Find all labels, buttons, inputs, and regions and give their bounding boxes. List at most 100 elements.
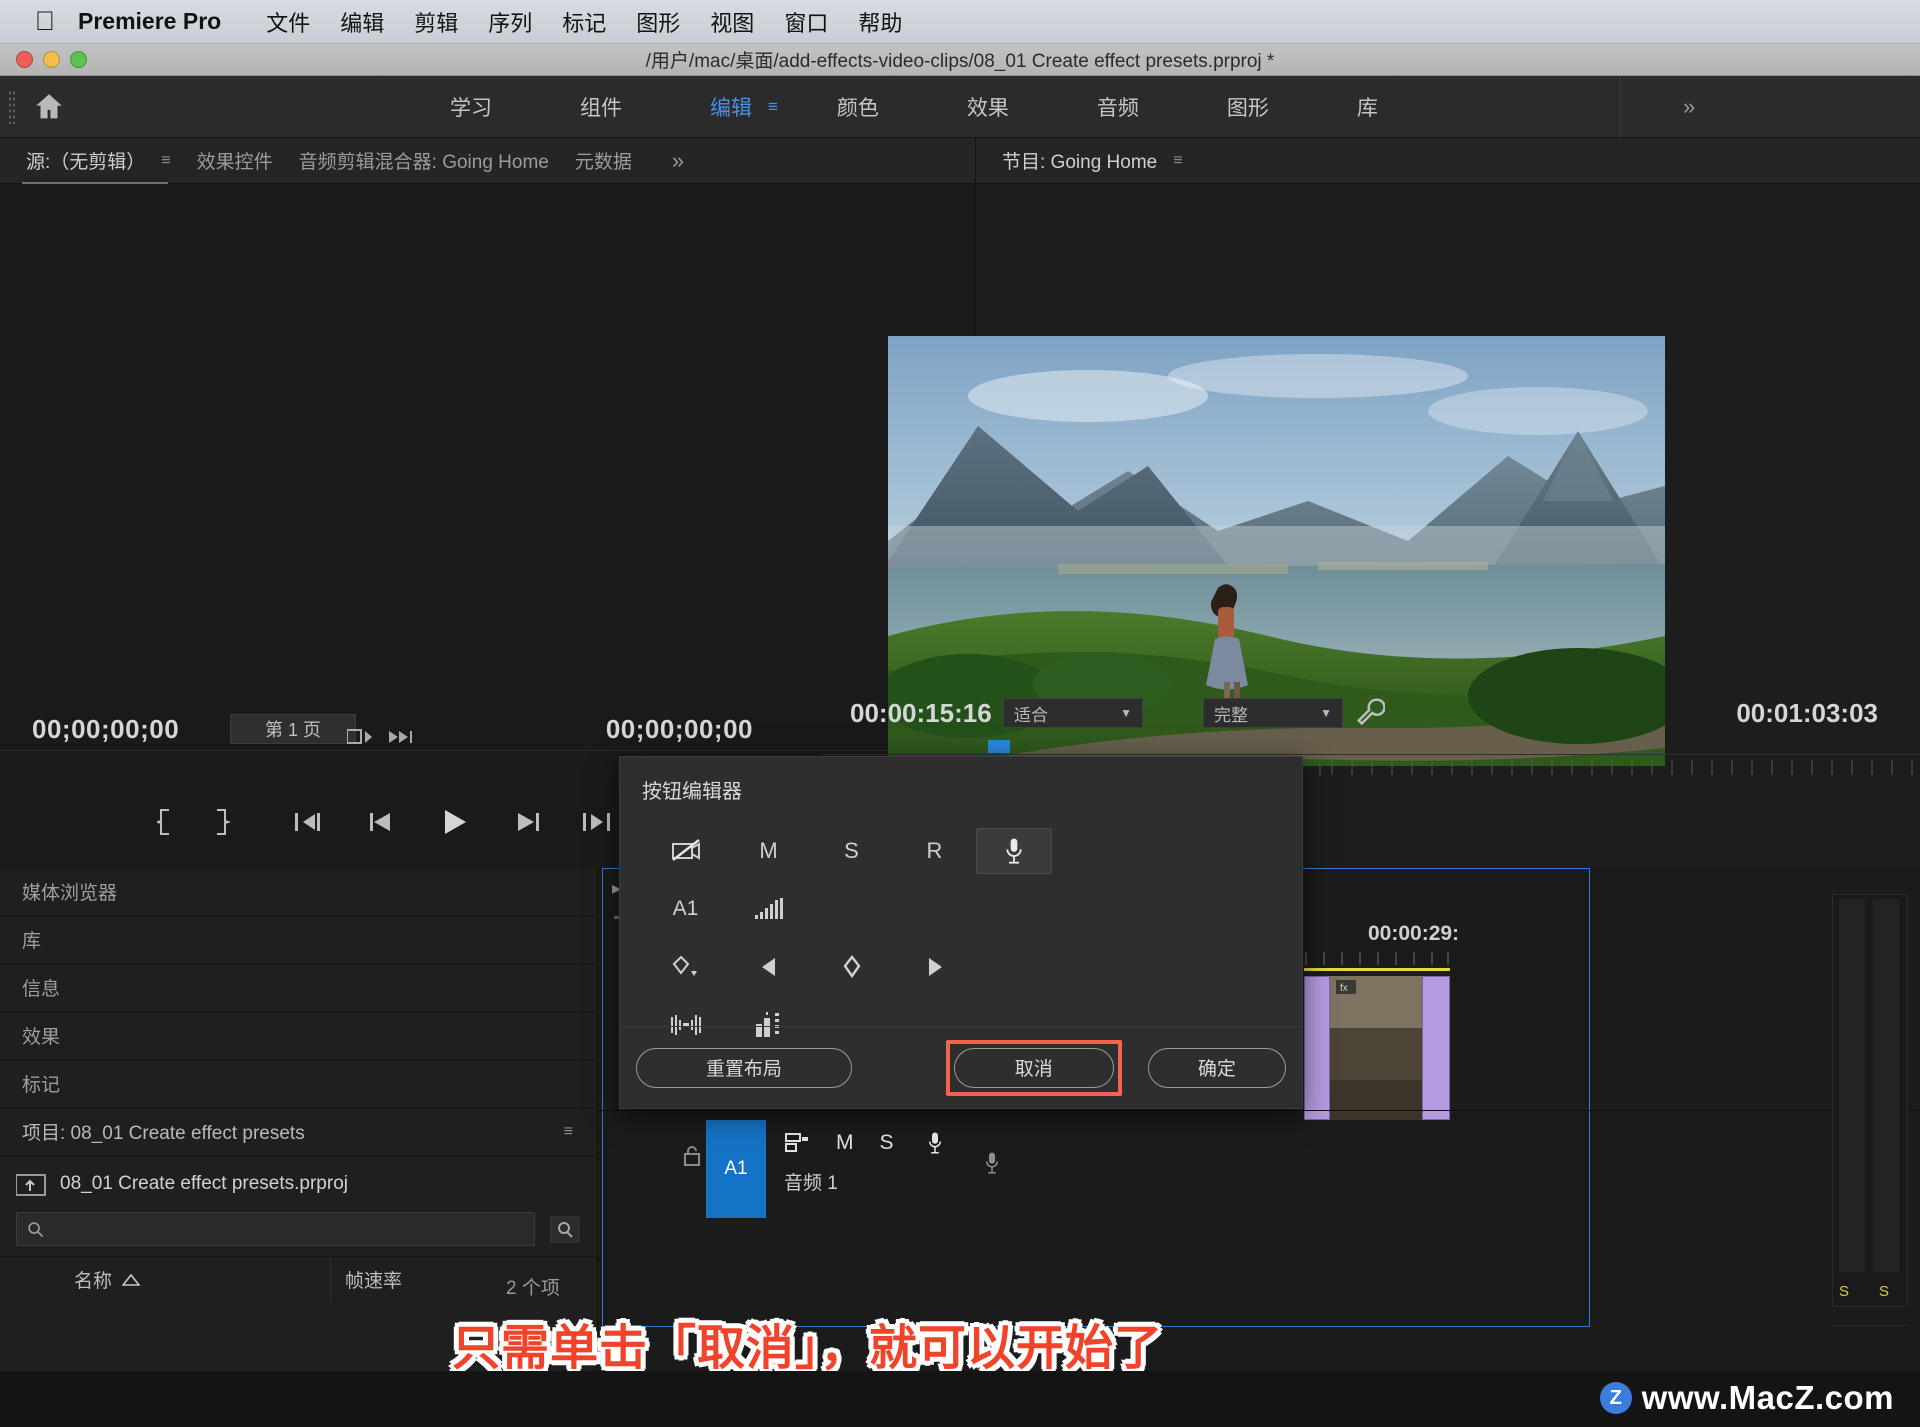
source-timecode-current[interactable]: 00;00;00;00 <box>32 714 179 745</box>
microphone-icon[interactable] <box>983 1150 1001 1176</box>
program-timecode-duration[interactable]: 00:01:03:03 <box>1736 698 1878 729</box>
column-name[interactable]: 名称 <box>0 1266 330 1293</box>
audio-meters-icon[interactable] <box>727 886 810 932</box>
zoom-level-value: 适合 <box>1014 701 1048 726</box>
go-to-in-button[interactable] <box>284 811 338 833</box>
timeline-timecode[interactable]: 00:00:29: <box>1368 922 1459 946</box>
panel-markers[interactable]: 标记 <box>0 1060 597 1108</box>
workspace-overflow[interactable]: » <box>1620 76 1920 138</box>
source-timecode-duration[interactable]: 00;00;00;00 <box>606 714 753 745</box>
menu-item-sequence[interactable]: 序列 <box>473 6 547 38</box>
frame-forward-icon <box>347 728 373 746</box>
tab-audio-clip-mixer[interactable]: 音频剪辑混合器: Going Home <box>273 147 549 174</box>
track-a1-target-button[interactable]: A1 <box>706 1120 766 1218</box>
next-marker-icon[interactable] <box>893 944 976 990</box>
panel-info[interactable]: 信息 <box>0 964 597 1012</box>
filter-bin-icon[interactable] <box>549 1214 581 1244</box>
project-file-row[interactable]: 08_01 Create effect presets.prproj <box>0 1156 597 1206</box>
app-name-label[interactable]: Premiere Pro <box>78 8 221 35</box>
solo-track-button[interactable]: S <box>880 1131 894 1155</box>
search-input-wrapper[interactable] <box>16 1212 535 1246</box>
solo-track-icon[interactable]: S <box>810 828 893 874</box>
tab-source[interactable]: 源:（无剪辑） <box>0 147 145 174</box>
tab-graphics[interactable]: 图形 <box>1183 92 1313 122</box>
program-timecode-current[interactable]: 00:00:15:16 <box>850 698 992 729</box>
menu-item-window[interactable]: 窗口 <box>769 6 843 38</box>
play-button[interactable] <box>428 808 482 836</box>
menu-item-marker[interactable]: 标记 <box>547 6 621 38</box>
timeline-clip-thumbnail[interactable]: fx <box>1330 976 1422 1120</box>
tab-assembly[interactable]: 组件 <box>536 92 666 122</box>
go-to-out-button[interactable] <box>572 811 626 833</box>
mark-in-button[interactable] <box>140 809 194 835</box>
panel-effects[interactable]: 效果 <box>0 1012 597 1060</box>
window-title-bar: /用户/mac/桌面/add-effects-video-clips/08_01… <box>0 44 1920 76</box>
timeline-rubber-band[interactable] <box>1304 968 1450 971</box>
source-overflow-chevron-icon[interactable]: » <box>672 148 684 174</box>
apple-logo-icon[interactable]:  <box>22 8 68 35</box>
dialog-footer: 重置布局 取消 确定 <box>620 1026 1302 1108</box>
playback-resolution-value: 完整 <box>1214 701 1248 726</box>
tab-color[interactable]: 颜色 <box>793 92 923 122</box>
program-panel-tabs: 节目: Going Home ≡ <box>976 138 1920 184</box>
timeline-clip-left[interactable] <box>1304 976 1330 1120</box>
previous-marker-icon[interactable] <box>727 944 810 990</box>
export-frame-off-icon[interactable] <box>644 828 727 874</box>
source-fit-controls <box>347 728 415 746</box>
confirm-button[interactable]: 确定 <box>1148 1048 1286 1088</box>
mute-track-button[interactable]: M <box>836 1131 854 1155</box>
menu-item-view[interactable]: 视图 <box>695 6 769 38</box>
page-indicator[interactable]: 第 1 页 <box>230 714 356 744</box>
tab-audio[interactable]: 音频 <box>1053 92 1183 122</box>
timeline-clip-right[interactable] <box>1422 976 1450 1120</box>
lock-icon[interactable] <box>684 1146 700 1166</box>
mute-track-icon[interactable]: M <box>727 828 810 874</box>
source-panel-menu-icon[interactable]: ≡ <box>161 152 170 170</box>
mark-out-button[interactable] <box>194 809 248 835</box>
track-a1-icon[interactable]: A1 <box>644 886 727 932</box>
tab-learn[interactable]: 学习 <box>406 92 536 122</box>
voice-over-record-icon[interactable] <box>976 828 1052 874</box>
add-marker-icon[interactable] <box>644 944 727 990</box>
zoom-level-select[interactable]: 适合 ▼ <box>1003 698 1143 728</box>
track-target-icon[interactable] <box>784 1132 810 1154</box>
workspace-tabs: 学习 组件 编辑 ≡ 颜色 效果 音频 图形 库 <box>406 92 1422 122</box>
panel-grip[interactable] <box>8 90 17 124</box>
program-panel-menu-icon[interactable]: ≡ <box>1173 152 1182 170</box>
reset-layout-button[interactable]: 重置布局 <box>636 1048 852 1088</box>
record-track-icon[interactable]: R <box>893 828 976 874</box>
audio-track-name: 音频 1 <box>784 1168 838 1195</box>
home-icon[interactable] <box>17 90 81 124</box>
chevron-double-right-icon[interactable]: » <box>1683 94 1695 120</box>
panel-media-browser[interactable]: 媒体浏览器 <box>0 868 597 916</box>
project-item-count: 2 个项 <box>506 1273 560 1300</box>
tab-metadata[interactable]: 元数据 <box>549 147 632 174</box>
menu-item-edit[interactable]: 编辑 <box>325 6 399 38</box>
audio-meters-panel[interactable]: S S <box>1832 894 1908 1307</box>
panel-label: 标记 <box>22 1070 60 1097</box>
panel-project[interactable]: 项目: 08_01 Create effect presets ≡ <box>0 1108 597 1156</box>
marker-icon[interactable] <box>810 944 893 990</box>
menu-item-graphics[interactable]: 图形 <box>621 6 695 38</box>
tab-libraries[interactable]: 库 <box>1313 92 1422 122</box>
panel-libraries[interactable]: 库 <box>0 916 597 964</box>
column-frame-rate[interactable]: 帧速率 <box>330 1257 402 1302</box>
tab-editing[interactable]: 编辑 <box>666 92 796 122</box>
playback-resolution-select[interactable]: 完整 ▼ <box>1203 698 1343 728</box>
search-input[interactable] <box>52 1220 524 1238</box>
panel-label: 库 <box>22 926 41 953</box>
menu-item-clip[interactable]: 剪辑 <box>399 6 473 38</box>
menu-item-file[interactable]: 文件 <box>251 6 325 38</box>
step-back-button[interactable] <box>356 812 410 832</box>
tab-effects[interactable]: 效果 <box>923 92 1053 122</box>
settings-wrench-icon[interactable] <box>1355 696 1385 726</box>
tab-effect-controls[interactable]: 效果控件 <box>171 147 273 174</box>
column-frame-rate-label: 帧速率 <box>345 1266 402 1293</box>
premiere-pro-window:  Premiere Pro 文件 编辑 剪辑 序列 标记 图形 视图 窗口 帮… <box>0 0 1920 1427</box>
cancel-button[interactable]: 取消 <box>954 1048 1114 1088</box>
tab-program[interactable]: 节目: Going Home <box>976 147 1157 174</box>
step-forward-button[interactable] <box>500 812 554 832</box>
voice-over-record-button[interactable] <box>926 1130 944 1156</box>
menu-item-help[interactable]: 帮助 <box>843 6 917 38</box>
project-panel-menu-icon[interactable]: ≡ <box>564 1123 573 1141</box>
